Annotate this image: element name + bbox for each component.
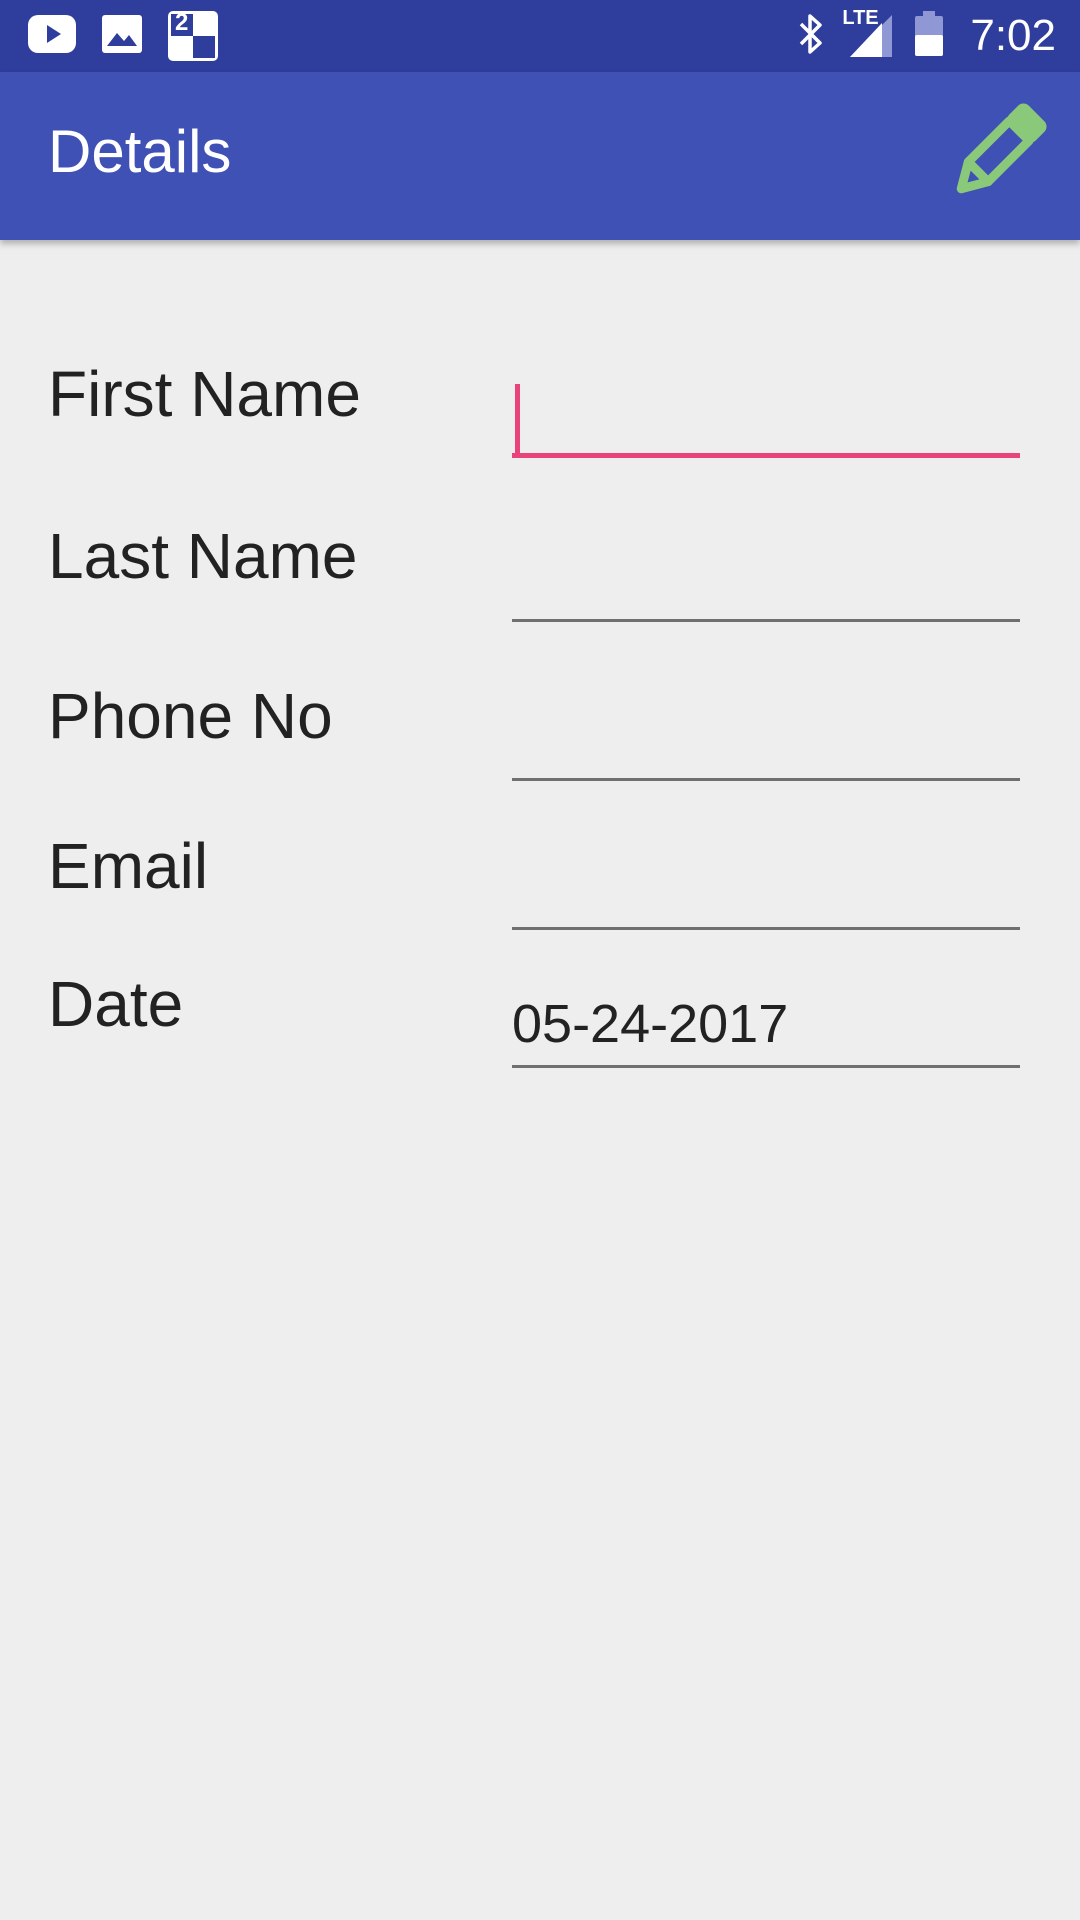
bluetooth-icon [798,12,824,61]
text-cursor [515,384,520,456]
pencil-icon [946,100,1050,209]
system-icons: LTE 7:02 [798,0,1056,72]
email-label: Email [48,830,209,902]
battery-icon [914,10,944,62]
last-name-field[interactable] [512,542,1020,622]
phone-no-label: Phone No [48,680,333,752]
date-label: Date [48,968,184,1040]
date-field[interactable]: 05-24-2017 [512,988,1020,1068]
notification-icons: 2 [28,9,218,62]
phone-no-field[interactable] [512,701,1020,781]
chess-app-icon: 2 [168,9,218,61]
date-value: 05-24-2017 [512,994,789,1054]
edit-button[interactable] [946,102,1050,206]
page-title: Details [48,118,232,185]
gallery-icon [102,14,142,58]
email-field[interactable] [512,850,1020,930]
first-name-label: First Name [48,358,361,430]
last-name-label: Last Name [48,520,358,592]
network-type-label: LTE [842,7,879,29]
clock: 7:02 [970,11,1056,60]
first-name-field[interactable] [512,378,1020,458]
signal-icon: LTE [842,7,896,63]
app-bar: Details [0,72,1080,240]
youtube-icon [28,14,76,58]
chess-badge: 2 [175,9,189,36]
status-bar: 2 LTE 7:02 [0,0,1080,72]
